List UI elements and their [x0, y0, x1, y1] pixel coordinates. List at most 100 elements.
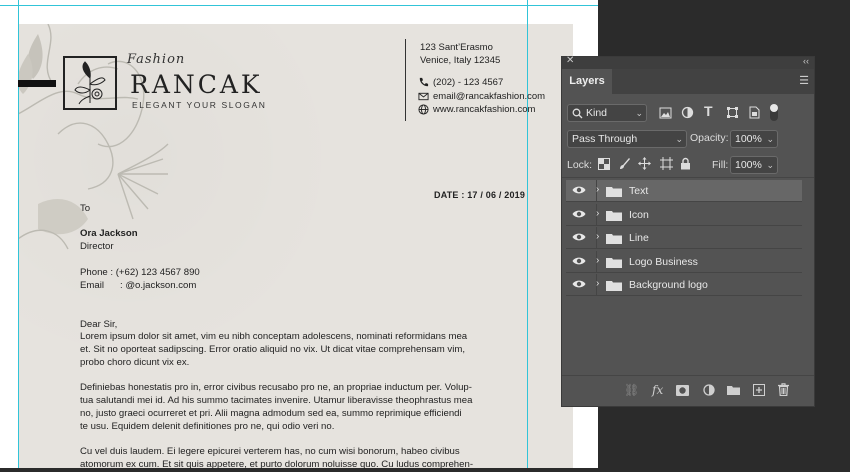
collapse-panel-icon[interactable]: ‹‹ — [803, 56, 809, 66]
eye-visibility-icon[interactable] — [572, 232, 586, 242]
guide-vertical-right — [527, 0, 528, 468]
paragraph-2-line: tua salutandi mei id. Ad his summo tacim… — [80, 395, 473, 406]
filter-kind-select[interactable]: Kind ⌄ — [567, 104, 647, 122]
shape-filter-icon[interactable] — [726, 106, 739, 119]
contact-phone: (202) - 123 4567 — [418, 77, 503, 88]
layer-style-icon[interactable]: fx — [652, 383, 663, 397]
panel-title-bar[interactable]: ✕ ‹‹ — [562, 55, 814, 69]
fill-input[interactable]: 100% ⌄ — [730, 156, 778, 174]
layer-name: Line — [629, 232, 649, 244]
paragraph-1-line: Lorem ipsum dolor sit amet, vim eu nibh … — [80, 331, 468, 342]
fill-value: 100% — [735, 159, 762, 171]
link-layers-icon[interactable]: ⛓ — [624, 383, 639, 397]
chevron-right-icon[interactable]: › — [596, 255, 599, 266]
new-group-icon[interactable] — [727, 385, 740, 395]
globe-icon — [418, 104, 429, 115]
panel-tab-strip — [612, 69, 814, 94]
folder-icon — [606, 281, 622, 291]
contact-website: www.rancakfashion.com — [418, 104, 535, 115]
filter-kind-value: Kind — [586, 107, 608, 119]
chevron-right-icon[interactable]: › — [596, 278, 599, 289]
guide-horizontal — [0, 5, 598, 6]
lock-image-pixels-icon[interactable] — [619, 157, 631, 170]
fill-label: Fill: — [712, 159, 729, 171]
image-filter-icon[interactable] — [659, 107, 672, 119]
contact-website-text: www.rancakfashion.com — [433, 104, 536, 115]
chevron-right-icon[interactable]: › — [596, 231, 599, 242]
paragraph-3-line: atomorum ex cum. Et sit quis appetere, e… — [80, 459, 474, 470]
layer-row[interactable]: › Text — [566, 180, 802, 202]
floral-background-illustration — [18, 24, 169, 250]
eye-visibility-icon[interactable] — [572, 279, 586, 289]
paragraph-3-line: Cu vel duis laudem. Ei legere epicurei v… — [80, 446, 460, 457]
adjustment-filter-icon[interactable] — [681, 106, 694, 119]
chevron-down-icon[interactable]: ⌄ — [766, 131, 774, 147]
layer-row[interactable]: › Line — [566, 227, 802, 249]
type-filter-icon[interactable]: T — [704, 103, 713, 119]
layer-name: Logo Business — [629, 255, 698, 268]
filter-toggle[interactable] — [770, 104, 778, 121]
chevron-right-icon[interactable]: › — [596, 184, 599, 195]
chevron-right-icon[interactable]: › — [596, 208, 599, 219]
new-layer-icon[interactable] — [753, 384, 765, 396]
panel-menu-icon[interactable]: ☰ — [799, 74, 809, 87]
chevron-down-icon: ⌄ — [675, 134, 683, 144]
contact-phone-text: (202) - 123 4567 — [433, 77, 504, 88]
paragraph-2-line: te usu. Equidem delenit definitiones pro… — [80, 421, 335, 432]
paragraph-2-line: no, justo graeci ocurreret et pri. Alii … — [80, 408, 462, 419]
chevron-down-icon[interactable]: ⌄ — [766, 157, 774, 173]
opacity-value: 100% — [735, 133, 762, 145]
logo-brand-name: RANCAK — [130, 70, 263, 99]
eye-visibility-icon[interactable] — [572, 256, 586, 266]
chevron-down-icon: ⌄ — [635, 108, 643, 118]
folder-icon — [606, 187, 622, 197]
guide-vertical-left — [18, 0, 19, 468]
search-icon — [572, 108, 583, 119]
contact-divider — [405, 39, 406, 121]
recipient-title: Director — [80, 241, 114, 252]
recipient-name: Ora Jackson — [80, 228, 138, 239]
opacity-label: Opacity: — [690, 132, 729, 144]
layer-name: Background logo — [629, 279, 708, 291]
smart-object-filter-icon[interactable] — [748, 106, 760, 119]
salutation: Dear Sir, — [80, 319, 118, 330]
address-line-1: 123 Sant’Erasmo — [420, 42, 493, 53]
recipient-email: Email : @o.jackson.com — [80, 280, 197, 291]
layers-bottom-toolbar: ⛓ fx — [562, 375, 814, 406]
delete-layer-icon[interactable] — [778, 383, 789, 396]
folder-icon — [606, 257, 622, 268]
logo-line-accent — [18, 80, 56, 87]
folder-icon — [606, 234, 622, 244]
phone-icon — [419, 77, 429, 87]
layers-panel[interactable]: ✕ ‹‹ Layers ☰ Kind ⌄ T Pass Through ⌄ Op… — [561, 55, 815, 407]
lock-position-icon[interactable] — [638, 157, 651, 170]
contact-email-text: email@rancakfashion.com — [433, 91, 546, 102]
eye-visibility-icon[interactable] — [572, 209, 586, 219]
paragraph-1-line: et. Sit no oporteat sadipscing. Error or… — [80, 344, 465, 355]
to-label: To — [80, 203, 91, 214]
close-icon[interactable]: ✕ — [566, 55, 574, 66]
lock-all-icon[interactable] — [680, 157, 691, 170]
layer-row[interactable]: › Icon — [566, 203, 802, 226]
email-icon — [418, 92, 429, 101]
add-mask-icon[interactable] — [676, 385, 689, 396]
folder-icon — [606, 210, 622, 221]
panel-divider — [562, 177, 814, 178]
lock-artboard-icon[interactable] — [660, 157, 673, 170]
paragraph-2-line: Definiebas honestatis pro in, error civi… — [80, 382, 472, 393]
layer-row[interactable]: › Background logo — [566, 274, 802, 296]
new-adjustment-layer-icon[interactable] — [703, 384, 715, 396]
logo-script-text: Fashion — [127, 52, 186, 67]
layer-row[interactable]: › Logo Business — [566, 250, 802, 273]
layer-name: Icon — [629, 208, 649, 221]
blend-mode-select[interactable]: Pass Through ⌄ — [567, 130, 687, 148]
address-line-2: Venice, Italy 12345 — [420, 55, 501, 66]
lock-label: Lock: — [567, 159, 593, 171]
paragraph-1-line: probo choro dicunt vix ex. — [80, 357, 190, 368]
lock-transparent-pixels-icon[interactable] — [598, 158, 610, 170]
eye-visibility-icon[interactable] — [572, 185, 586, 195]
tab-layers[interactable]: Layers — [562, 69, 612, 94]
recipient-phone: Phone : (+62) 123 4567 890 — [80, 267, 200, 278]
blend-mode-value: Pass Through — [572, 133, 638, 145]
opacity-input[interactable]: 100% ⌄ — [730, 130, 778, 148]
